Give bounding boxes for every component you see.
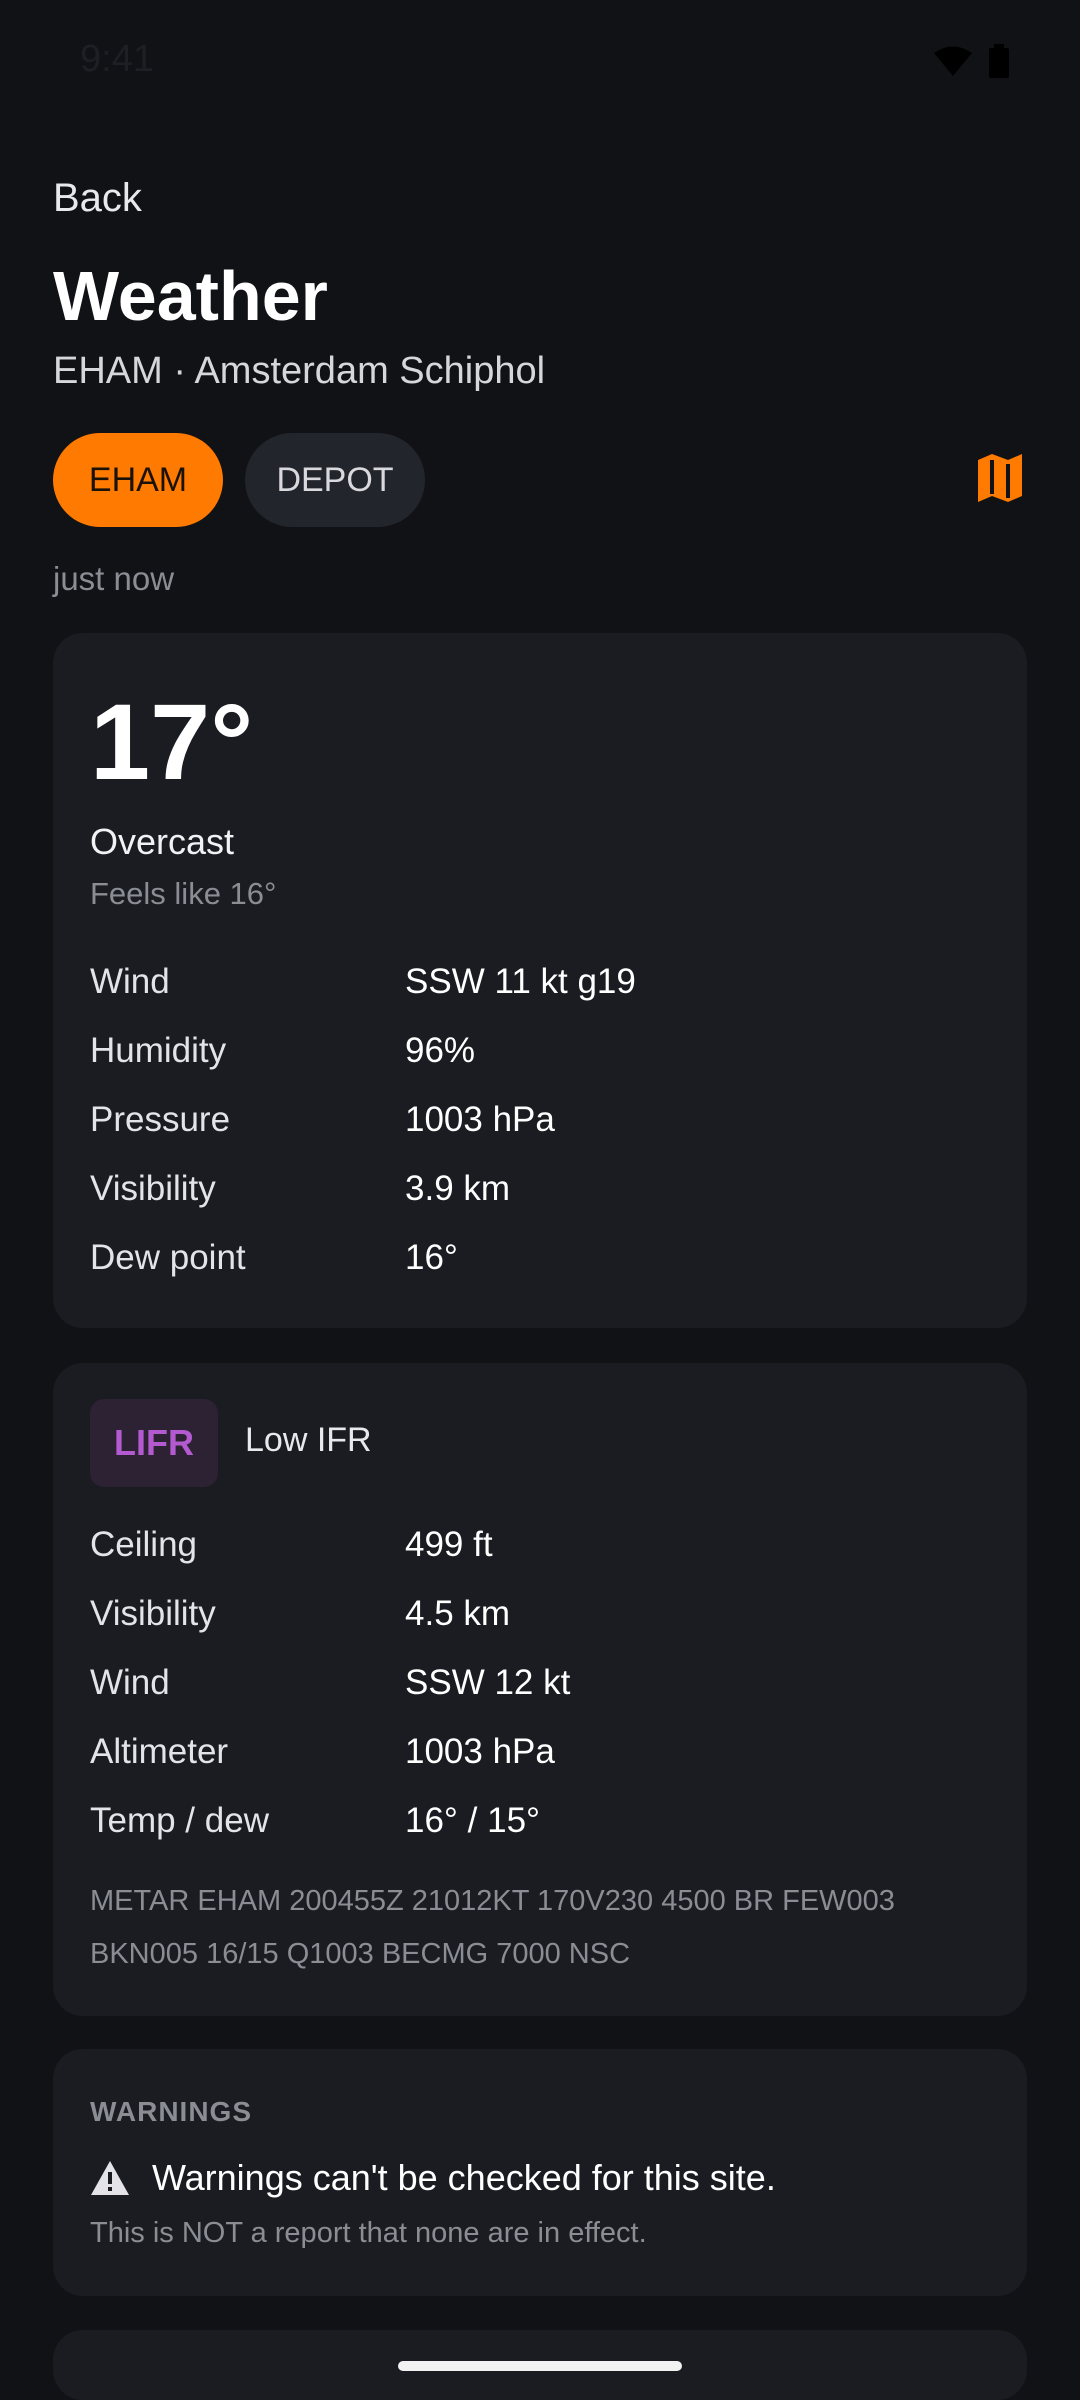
detail-value: 16° <box>405 1237 458 1277</box>
detail-value: 3.9 km <box>405 1168 511 1208</box>
current-details: Wind SSW 11 kt g19 Humidity 96% Pressure… <box>90 947 636 1292</box>
detail-label: Altimeter <box>90 1731 229 1771</box>
battery-icon <box>989 44 1009 78</box>
warnings-heading: WARNINGS <box>90 2096 252 2127</box>
detail-label: Pressure <box>90 1099 231 1139</box>
chip-depot[interactable]: DEPOT <box>245 433 425 527</box>
detail-label: Visibility <box>90 1168 216 1208</box>
status-bar: 9:41 <box>0 0 1080 130</box>
detail-value: 4.5 km <box>405 1593 511 1633</box>
detail-label: Temp / dew <box>90 1800 269 1840</box>
flight-category-badge: LIFR <box>90 1399 218 1487</box>
status-icons <box>934 44 1010 78</box>
detail-row: Altimeter 1003 hPa <box>90 1717 570 1786</box>
chip-eham[interactable]: EHAM <box>53 433 223 527</box>
detail-value: 1003 hPa <box>405 1099 555 1139</box>
detail-label: Humidity <box>90 1030 227 1070</box>
home-indicator[interactable] <box>398 2361 682 2371</box>
detail-value: 1003 hPa <box>405 1731 555 1771</box>
detail-value: 499 ft <box>405 1524 493 1564</box>
detail-row: Humidity 96% <box>90 1016 636 1085</box>
page-title: Weather <box>53 257 328 335</box>
detail-label: Wind <box>90 1662 170 1702</box>
temperature: 17° <box>90 681 254 802</box>
metar-details: Ceiling 499 ft Visibility 4.5 km Wind SS… <box>90 1510 570 1855</box>
detail-row: Pressure 1003 hPa <box>90 1085 636 1154</box>
detail-row: Visibility 3.9 km <box>90 1154 636 1223</box>
current-conditions-card: 17° Overcast Feels like 16° Wind SSW 11 … <box>53 633 1027 1328</box>
wifi-icon <box>934 46 972 76</box>
raw-metar: METAR EHAM 200455Z 21012KT 170V230 4500 … <box>90 1885 895 1970</box>
status-time: 9:41 <box>80 38 154 80</box>
condition: Overcast <box>90 821 235 862</box>
station-chips: EHAM DEPOT <box>53 433 425 527</box>
station-subtitle: EHAM · Amsterdam Schiphol <box>53 350 546 392</box>
updated-timestamp: just now <box>53 560 175 597</box>
detail-value: 96% <box>405 1030 476 1070</box>
detail-label: Dew point <box>90 1237 246 1277</box>
detail-label: Visibility <box>90 1593 216 1633</box>
back-button[interactable]: Back <box>53 176 142 221</box>
detail-value: 16° / 15° <box>405 1800 541 1840</box>
detail-row: Dew point 16° <box>90 1223 636 1292</box>
detail-row: Ceiling 499 ft <box>90 1510 570 1579</box>
detail-value: SSW 11 kt g19 <box>405 961 636 1001</box>
warning-message: Warnings can't be checked for this site. <box>152 2157 776 2198</box>
detail-row: Visibility 4.5 km <box>90 1579 570 1648</box>
warning-line: Warnings can't be checked for this site. <box>90 2157 776 2199</box>
flight-category-label: Low IFR <box>245 1421 372 1459</box>
detail-label: Ceiling <box>90 1524 197 1564</box>
detail-label: Wind <box>90 961 170 1001</box>
warning-note: This is NOT a report that none are in ef… <box>90 2217 647 2249</box>
warning-icon <box>91 2161 129 2195</box>
detail-row: Wind SSW 11 kt g19 <box>90 947 636 1016</box>
map-icon[interactable] <box>976 452 1024 504</box>
metar-card: LIFR Low IFR Ceiling 499 ft Visibility 4… <box>53 1363 1027 2016</box>
detail-row: Temp / dew 16° / 15° <box>90 1786 570 1855</box>
feels-like: Feels like 16° <box>90 876 277 911</box>
detail-row: Wind SSW 12 kt <box>90 1648 570 1717</box>
detail-value: SSW 12 kt <box>405 1662 571 1702</box>
warnings-card: WARNINGS Warnings can't be checked for t… <box>53 2049 1027 2296</box>
